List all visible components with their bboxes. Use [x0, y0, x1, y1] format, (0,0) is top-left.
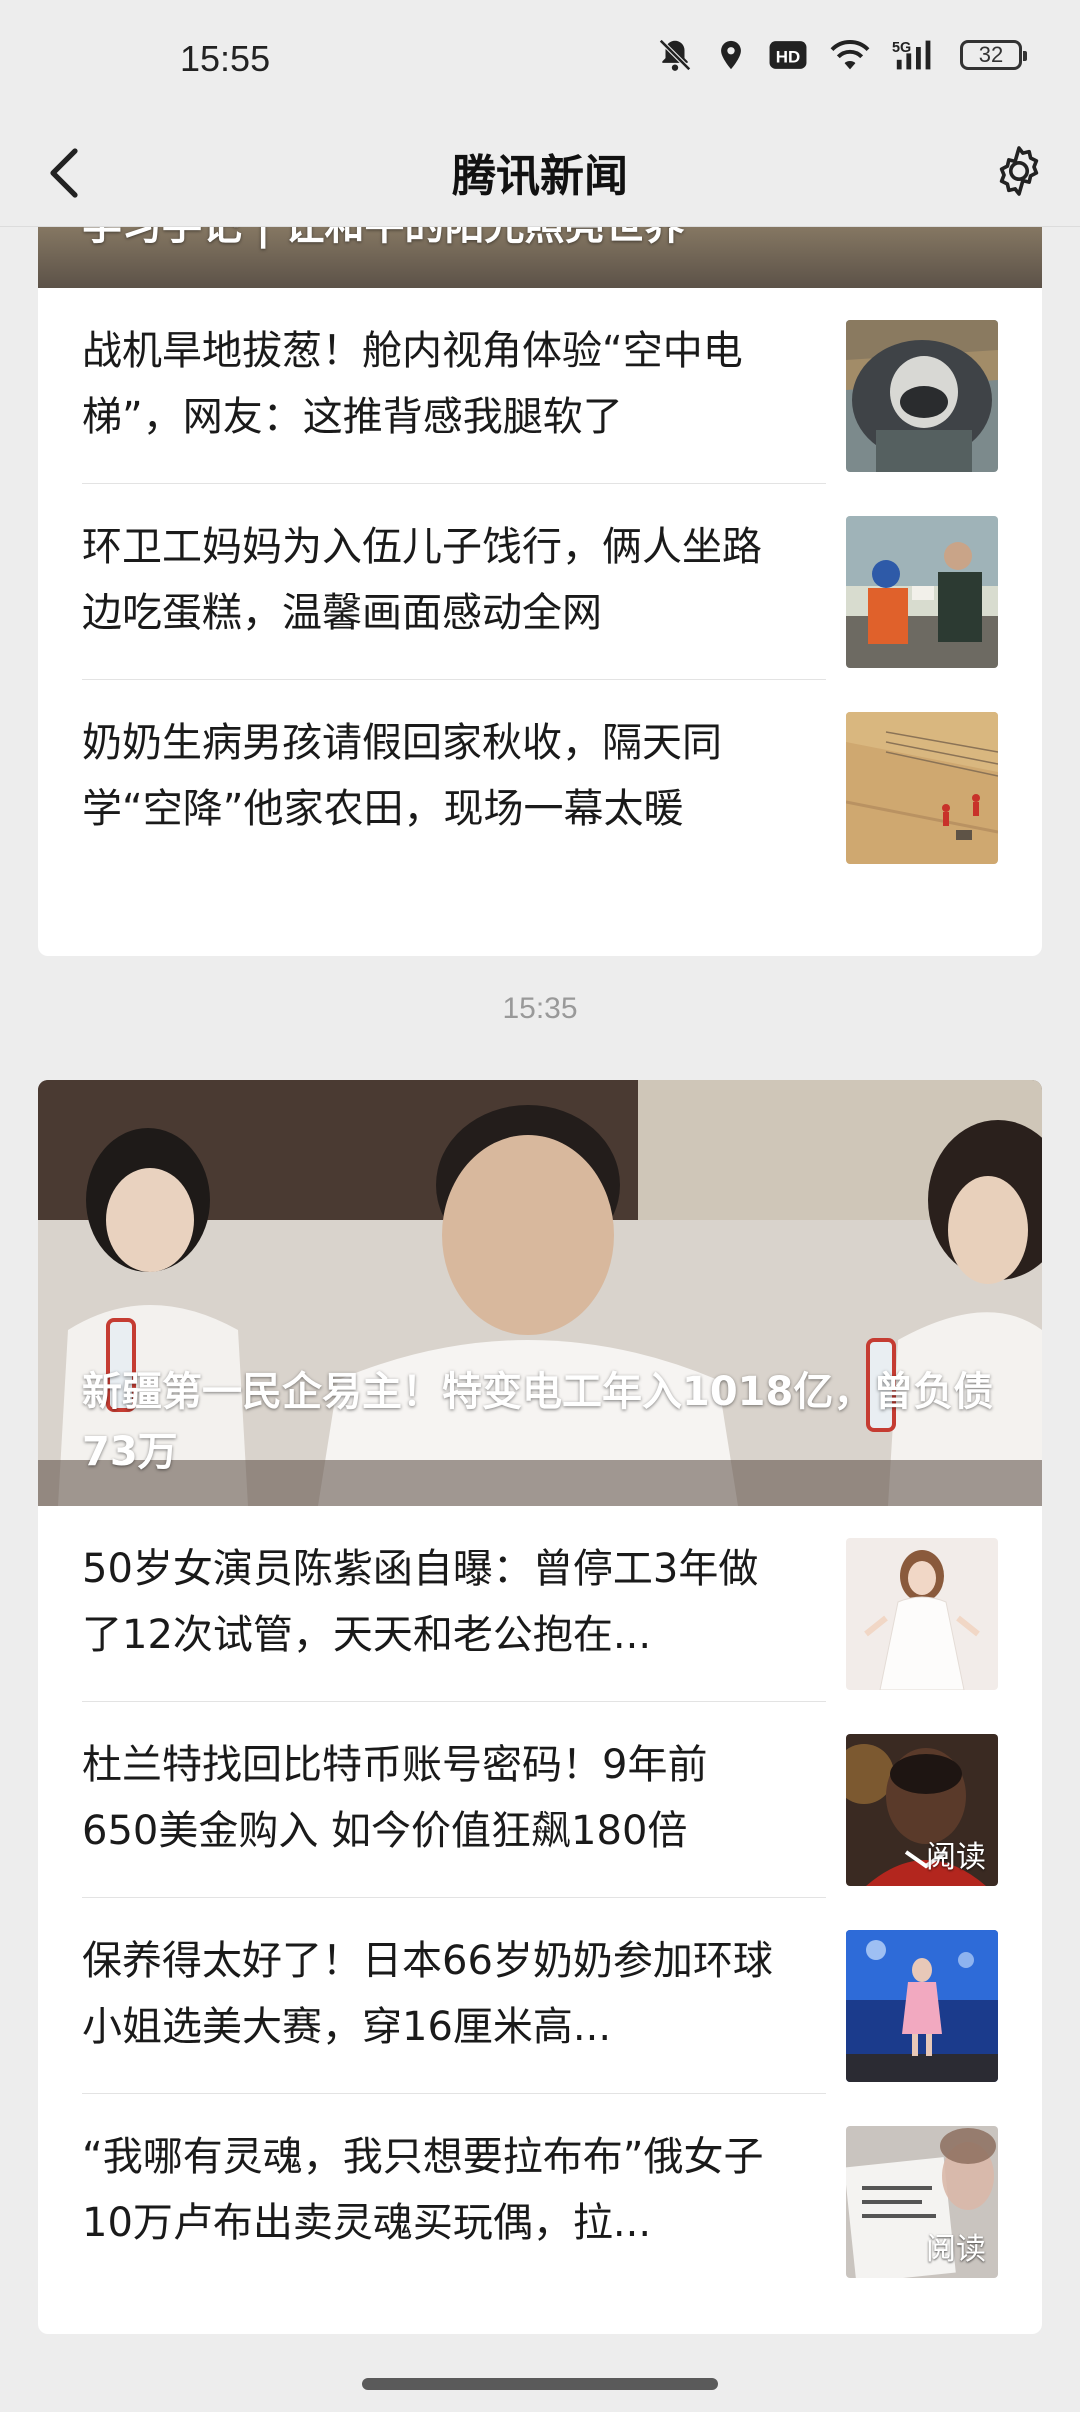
- news-item[interactable]: “我哪有灵魂，我只想要拉布布”俄女子10万卢布出卖灵魂买玩偶，拉... 阅读: [82, 2094, 998, 2290]
- fighter-pilot-photo: [846, 320, 998, 472]
- news-title: 50岁女演员陈紫函自曝：曾停工3年做了12次试管，天天和老公抱在...: [82, 1546, 759, 1658]
- settings-button[interactable]: [984, 136, 1054, 206]
- location-icon: [721, 40, 741, 70]
- news-item[interactable]: 奶奶生病男孩请假回家秋收，隔天同学“空降”他家农田，现场一幕太暖: [82, 680, 998, 876]
- news-item[interactable]: 杜兰特找回比特币账号密码！9年前650美金购入 如今价值狂飙180倍 阅读: [82, 1702, 998, 1898]
- read-badge: 阅读: [926, 1840, 986, 1875]
- news-feed[interactable]: 学习手记 | 让和平的阳光照亮世界 战机旱地拔葱！舱内视角体验“空中电梯”，网友…: [0, 226, 1080, 2412]
- hero-title: 新疆第一民企易主！特变电工年入1018亿，曾负债73万: [82, 1369, 994, 1475]
- news-thumbnail: [846, 1538, 998, 1690]
- pageant-stage-photo: [846, 1930, 998, 2082]
- news-title: 奶奶生病男孩请假回家秋收，隔天同学“空降”他家农田，现场一幕太暖: [82, 720, 722, 832]
- 5g-signal-icon: 5G: [892, 40, 931, 70]
- page-title: 腾讯新闻: [452, 151, 628, 202]
- mute-bell-icon: [659, 39, 691, 71]
- read-badge: 阅读: [926, 2232, 986, 2267]
- news-thumbnail: [846, 516, 998, 668]
- feed-timestamp: 15:35: [502, 992, 578, 1025]
- news-title: “我哪有灵魂，我只想要拉布布”俄女子10万卢布出卖灵魂买玩偶，拉...: [82, 2134, 764, 2246]
- news-thumbnail: [846, 712, 998, 864]
- news-card: 新疆第一民企易主！特变电工年入1018亿，曾负债73万 50岁女演员陈紫函自曝：…: [38, 1080, 1042, 2334]
- mother-son-cake-photo: [846, 516, 998, 668]
- actress-white-dress-photo: [846, 1538, 998, 1690]
- news-item[interactable]: 战机旱地拔葱！舱内视角体验“空中电梯”，网友：这推背感我腿软了: [82, 288, 998, 484]
- news-item[interactable]: 50岁女演员陈紫函自曝：曾停工3年做了12次试管，天天和老公抱在...: [82, 1506, 998, 1702]
- news-title: 战机旱地拔葱！舱内视角体验“空中电梯”，网友：这推背感我腿软了: [82, 328, 743, 440]
- news-thumbnail: 阅读: [846, 2126, 998, 2278]
- news-thumbnail: 阅读: [846, 1734, 998, 1886]
- news-title: 环卫工妈妈为入伍儿子饯行，俩人坐路边吃蛋糕，温馨画面感动全网: [82, 524, 762, 636]
- battery-icon: 32: [960, 40, 1027, 70]
- farm-field-photo: [846, 712, 998, 864]
- title-bar: 腾讯新闻: [0, 118, 1080, 227]
- svg-text:HD: HD: [776, 48, 800, 67]
- news-thumbnail: [846, 1930, 998, 2082]
- hero-title: 学习手记 | 让和平的阳光照亮世界: [82, 226, 685, 249]
- status-bar: 15:55 HD 5G 32: [0, 0, 1080, 118]
- hd-icon: HD: [769, 41, 807, 69]
- news-card: 学习手记 | 让和平的阳光照亮世界 战机旱地拔葱！舱内视角体验“空中电梯”，网友…: [38, 226, 1042, 956]
- news-item[interactable]: 环卫工妈妈为入伍儿子饯行，俩人坐路边吃蛋糕，温馨画面感动全网: [82, 484, 998, 680]
- home-indicator[interactable]: [362, 2378, 718, 2390]
- wifi-icon: [830, 40, 870, 70]
- svg-text:5G: 5G: [892, 40, 911, 56]
- hero-banner[interactable]: 新疆第一民企易主！特变电工年入1018亿，曾负债73万: [38, 1080, 1042, 1506]
- status-icons: HD 5G 32: [656, 36, 1027, 74]
- battery-level: 32: [978, 42, 1004, 67]
- news-thumbnail: [846, 320, 998, 472]
- news-title: 杜兰特找回比特币账号密码！9年前650美金购入 如今价值狂飙180倍: [82, 1742, 708, 1854]
- news-item[interactable]: 保养得太好了！日本66岁奶奶参加环球小姐选美大赛，穿16厘米高...: [82, 1898, 998, 2094]
- hero-banner[interactable]: 学习手记 | 让和平的阳光照亮世界: [38, 226, 1042, 288]
- gear-icon: [999, 146, 1039, 196]
- news-title: 保养得太好了！日本66岁奶奶参加环球小姐选美大赛，穿16厘米高...: [82, 1938, 773, 2050]
- status-time: 15:55: [180, 38, 271, 79]
